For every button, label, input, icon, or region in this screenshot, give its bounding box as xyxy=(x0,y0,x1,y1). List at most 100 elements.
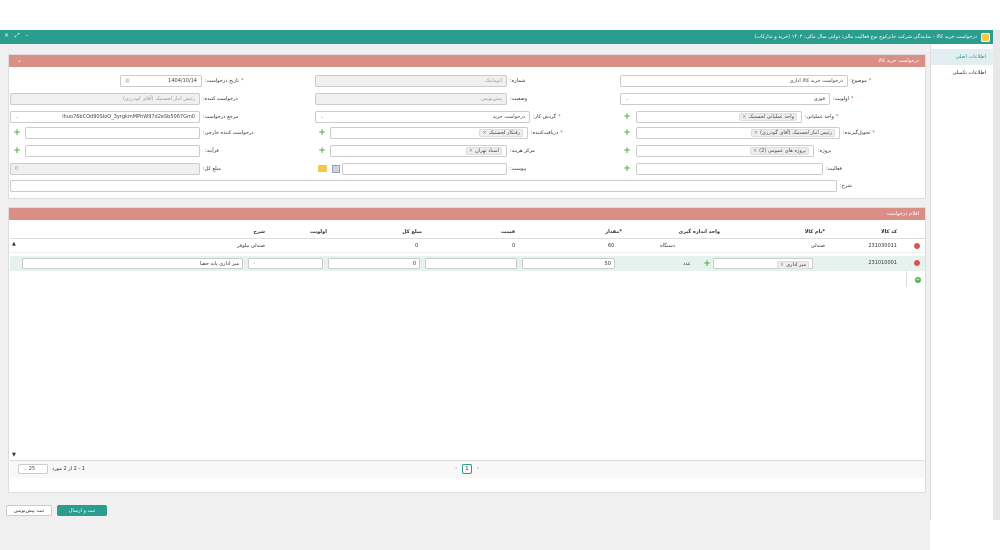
col-total: مبلغ کل xyxy=(402,229,422,235)
cell-qty: 60 xyxy=(608,243,615,249)
description-input[interactable] xyxy=(10,180,837,192)
col-code: کد کالا xyxy=(880,229,897,235)
remove-icon: × xyxy=(468,148,474,154)
scroll-up-icon[interactable]: ▲ xyxy=(12,241,16,247)
attachment-input[interactable] xyxy=(342,163,507,175)
cell-code: 231030011 xyxy=(868,243,897,249)
window-controls[interactable]: × ⤢ – xyxy=(4,32,31,40)
add-receiver-button[interactable]: + xyxy=(620,127,634,139)
items-panel-title: اقلام درخواست xyxy=(886,211,919,217)
subject-label: * موضوع: xyxy=(850,78,872,84)
chevron-down-icon: ⌄ xyxy=(320,114,325,120)
receiver-select[interactable]: رئیس انبار لجستیک (آقای گودرزی) × xyxy=(636,127,840,139)
table-action-column xyxy=(906,271,907,287)
priority-select-row[interactable]: ⌄ xyxy=(248,258,323,269)
table-row[interactable]: 231030011 صندلی دستگاه 60 0 0 صندلی نیلو… xyxy=(10,240,925,253)
process-label: فرآیند: xyxy=(205,148,219,154)
remove-icon: × xyxy=(779,262,785,268)
table-header: کد کالا *نام کالا واحد اندازه گیری *مقدا… xyxy=(10,227,925,238)
cell-price: 0 xyxy=(512,243,516,249)
col-qty: *مقدار xyxy=(605,229,622,235)
add-product-button[interactable]: + xyxy=(700,258,714,269)
workflow-select[interactable]: درخواست خرید ⌄ xyxy=(315,111,530,123)
desc-input[interactable]: میز اداری پایه حصا xyxy=(22,258,243,269)
cell-code: 231010001 xyxy=(868,260,897,266)
add-process-button[interactable]: + xyxy=(10,145,24,157)
priority-select[interactable]: فوری ⌄ xyxy=(620,93,830,105)
add-operating-unit-button[interactable]: + xyxy=(620,111,634,123)
current-page[interactable]: 1 xyxy=(462,464,472,474)
collapse-chevron-icon[interactable]: ⌄ xyxy=(17,57,22,64)
project-label: پروژه: xyxy=(818,148,832,154)
total-input: 0 xyxy=(10,163,200,175)
name-select[interactable]: میز اداری × xyxy=(713,258,813,269)
add-external-requester-button[interactable]: + xyxy=(10,127,24,139)
delete-row-icon[interactable] xyxy=(914,260,920,266)
number-input: اتوماتیک xyxy=(315,75,507,87)
price-input[interactable] xyxy=(425,258,517,269)
requester-label: درخواست کننده: xyxy=(203,96,238,102)
items-panel-title-bar: اقلام درخواست xyxy=(9,208,925,220)
request-date-input[interactable]: 1404/10/14 ▦ xyxy=(120,75,202,87)
total-input-row[interactable]: 0 xyxy=(328,258,420,269)
cell-name: صندلی xyxy=(810,243,825,249)
receiver-label: * تحویل‌گیرنده: xyxy=(843,130,875,136)
cost-center-select[interactable]: اسناد تهران × xyxy=(330,145,507,157)
calendar-icon: ▦ xyxy=(125,78,130,84)
col-unit: واحد اندازه گیری xyxy=(678,229,720,235)
add-row-icon[interactable]: + xyxy=(915,277,921,283)
reference-select[interactable]: lhuo76bCOd90SIoO_3yrgkmMPhW97d2eSb5067Gm… xyxy=(10,111,200,123)
chevron-down-icon: ⌄ xyxy=(15,114,20,120)
project-chip: پروژه های عمومی (2) × xyxy=(749,147,809,155)
operating-unit-select[interactable]: واحد عملیاتی لجستیک × xyxy=(636,111,802,123)
prev-page-icon[interactable]: ‹ xyxy=(455,465,457,472)
remove-icon: × xyxy=(752,148,758,154)
add-cost-center-button[interactable]: + xyxy=(315,145,329,157)
chevron-down-icon: ⌄ xyxy=(625,96,630,102)
recipient-select[interactable]: رفتکار لجستیک × xyxy=(330,127,528,139)
external-requester-input[interactable] xyxy=(25,127,200,139)
window-title: درخواست خرید کالا - نمایندگی شرکت جابزکو… xyxy=(754,34,977,40)
col-priority: اولویت xyxy=(309,229,327,235)
activity-input[interactable] xyxy=(636,163,823,175)
total-label: مبلغ کل: xyxy=(203,166,221,172)
add-activity-button[interactable]: + xyxy=(620,163,634,175)
upload-icon[interactable] xyxy=(332,165,340,173)
process-input[interactable] xyxy=(25,145,200,157)
col-price: قیمت xyxy=(501,229,515,235)
qty-input[interactable]: 50 xyxy=(522,258,615,269)
recipient-label: * دریافت‌کننده: xyxy=(531,130,563,136)
activity-label: فعالیت: xyxy=(826,166,842,172)
cell-desc: صندلی نیلوفر xyxy=(237,243,265,249)
add-project-button[interactable]: + xyxy=(620,145,634,157)
next-page-icon[interactable]: › xyxy=(477,465,479,472)
operating-unit-chip: واحد عملیاتی لجستیک × xyxy=(739,113,797,121)
tab-main-info[interactable]: اطلاعات اصلی xyxy=(931,49,993,65)
tab-extra-info[interactable]: اطلاعات تکمیلی xyxy=(931,65,993,81)
folder-icon[interactable] xyxy=(318,165,327,172)
priority-label: * اولویت: xyxy=(833,96,854,102)
workflow-label: * گردش کار: xyxy=(533,114,561,120)
save-draft-button[interactable]: ثبت پیش‌نویس xyxy=(6,505,52,516)
scroll-down-icon[interactable]: ▼ xyxy=(12,452,16,458)
reference-label: مرجع درخواست: xyxy=(203,114,239,120)
page-scrollbar[interactable] xyxy=(993,30,1000,520)
receiver-chip: رئیس انبار لجستیک (آقای گودرزی) × xyxy=(750,129,835,137)
cell-unit: دستگاه xyxy=(660,243,675,249)
save-and-send-button[interactable]: ثبت و ارسال xyxy=(57,505,107,516)
table-header-divider xyxy=(10,238,925,239)
subject-input[interactable]: درخواست خرید کالا اداری xyxy=(620,75,848,87)
description-label: شرح: xyxy=(840,183,852,189)
project-select[interactable]: پروژه های عمومی (2) × xyxy=(636,145,814,157)
add-recipient-button[interactable]: + xyxy=(315,127,329,139)
header-panel-title: درخواست خرید کالا xyxy=(878,58,919,64)
cell-unit: عدد xyxy=(683,261,691,267)
recipient-chip: رفتکار لجستیک × xyxy=(479,129,523,137)
col-desc: شرح xyxy=(253,229,265,235)
page-size-select[interactable]: ⌄ 25 xyxy=(18,464,48,474)
cost-center-label: مرکز هزینه: xyxy=(510,148,535,154)
delete-row-icon[interactable] xyxy=(914,243,920,249)
side-tabs: اطلاعات اصلی اطلاعات تکمیلی xyxy=(930,44,993,520)
app-icon xyxy=(981,32,990,42)
external-requester-label: درخواست کننده خارجی: xyxy=(203,130,254,136)
